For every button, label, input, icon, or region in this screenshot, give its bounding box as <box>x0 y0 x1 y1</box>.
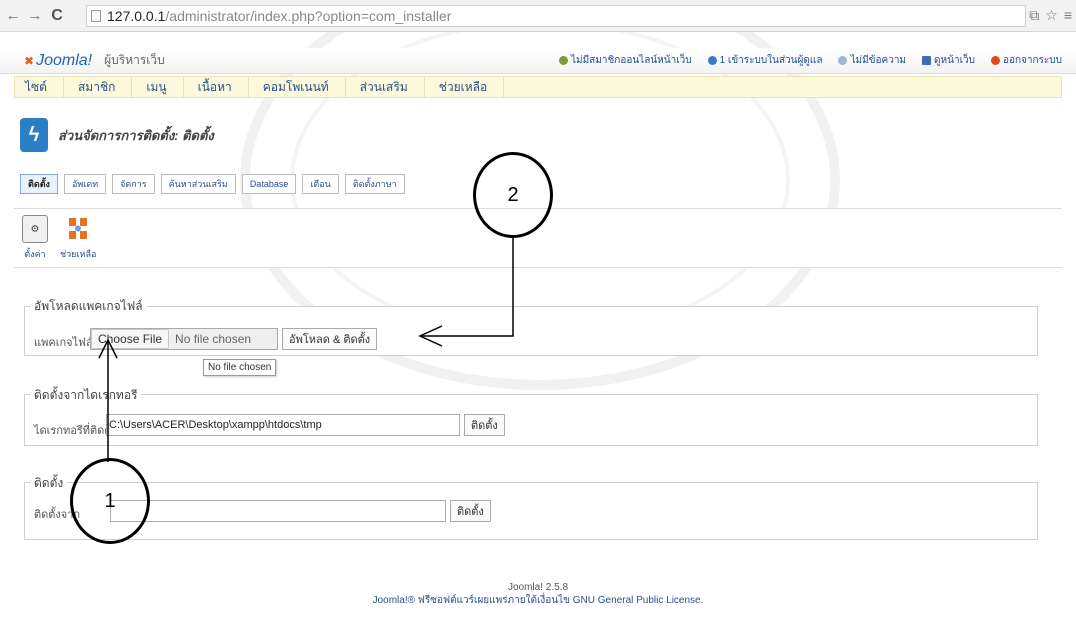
install-directory-label: ไดเรกทอรีที่ติดตั้ง <box>34 425 117 437</box>
users-icon <box>558 56 568 65</box>
status-links: ไม่มีสมาชิกออนไลน์หน้าเว็บ 1 เข้าระบบในส… <box>558 53 1062 68</box>
callout-one: 1 <box>70 458 150 544</box>
options-label: ตั้งค่า <box>24 249 46 259</box>
joomla-logo-text: Joomla! <box>36 51 93 69</box>
logout-icon <box>990 56 1000 65</box>
joomla-logo[interactable]: ✖ Joomla! <box>24 52 92 70</box>
tab-install[interactable]: ติดตั้ง <box>20 174 58 194</box>
joomla-status-bar: ✖ Joomla! ผู้บริหารเว็บ ไม่มีสมาชิกออนไล… <box>0 48 1076 74</box>
view-site-link[interactable]: ดูหน้าเว็บ <box>922 53 975 68</box>
install-directory-button[interactable]: ติดตั้ง <box>464 414 505 436</box>
help-lifebuoy-icon <box>65 215 91 243</box>
menu-item-content[interactable]: เนื้อหา <box>184 77 249 97</box>
page-title: ส่วนจัดการการติดตั้ง: ติดตั้ง <box>58 127 214 143</box>
back-arrow-icon[interactable]: ← <box>4 7 22 25</box>
logout-link[interactable]: ออกจากระบบ <box>990 53 1062 68</box>
install-url-input[interactable] <box>110 500 446 522</box>
tab-database[interactable]: Database <box>241 174 297 194</box>
upload-install-button[interactable]: อัพโหลด & ติดตั้ง <box>282 328 378 350</box>
submenu-tabs: ติดตั้ง อัพเดท จัดการ ค้นหาส่วนเสริม Dat… <box>20 174 405 194</box>
tab-warnings[interactable]: เตือน <box>302 174 339 194</box>
menu-item-help[interactable]: ช่วยเหลือ <box>425 77 505 97</box>
online-users-label: ไม่มีสมาชิกออนไลน์หน้าเว็บ <box>570 55 692 66</box>
page-header: ϟ ส่วนจัดการการติดตั้ง: ติดตั้ง <box>20 118 214 152</box>
admin-users-status[interactable]: 1 เข้าระบบในส่วนผู้ดูแล <box>707 53 823 68</box>
menu-icon[interactable]: ≡ <box>1064 7 1072 24</box>
callout-two: 2 <box>473 152 553 238</box>
admin-icon <box>707 56 717 65</box>
package-file-input[interactable]: Choose File No file chosen <box>90 328 278 350</box>
help-button[interactable]: ช่วยเหลือ <box>60 215 96 261</box>
choose-file-button[interactable]: Choose File <box>91 329 170 349</box>
forward-arrow-icon[interactable]: → <box>26 7 44 25</box>
page-footer: Joomla! 2.5.8 Joomla!® ฟรีซอฟต์แวร์เผยแพ… <box>0 582 1076 608</box>
monitor-icon <box>922 56 932 65</box>
options-icon: ⚙ <box>22 215 48 243</box>
menu-item-users[interactable]: สมาชิก <box>64 77 133 97</box>
url-host: 127.0.0.1 <box>107 8 166 24</box>
install-url-button[interactable]: ติดตั้ง <box>450 500 491 522</box>
admin-users-label: 1 เข้าระบบในส่วนผู้ดูแล <box>719 55 823 66</box>
messages-status[interactable]: ไม่มีข้อความ <box>838 53 906 68</box>
file-state-text: No file chosen <box>175 332 252 346</box>
menu-item-site[interactable]: ไซต์ <box>15 77 64 97</box>
star-icon[interactable]: ☆ <box>1045 7 1058 24</box>
site-name: ผู้บริหารเว็บ <box>104 53 165 67</box>
install-directory-input[interactable]: C:\Users\ACER\Desktop\xampp\htdocs\tmp <box>106 414 460 436</box>
upload-panel-legend: อัพโหลดแพคเกจไฟล์ <box>30 297 147 316</box>
page-icon <box>91 10 101 22</box>
url-path: /administrator/index.php?option=com_inst… <box>165 8 452 24</box>
menu-item-extensions[interactable]: ส่วนเสริม <box>346 77 425 97</box>
installer-icon: ϟ <box>20 118 48 152</box>
main-menu: ไซต์ สมาชิก เมนู เนื้อหา คอมโพเนนท์ ส่วน… <box>14 76 1062 98</box>
tab-update[interactable]: อัพเดท <box>63 174 107 194</box>
url-panel-legend: ติดตั้ง <box>30 474 68 493</box>
messages-label: ไม่มีข้อความ <box>850 55 907 66</box>
joomla-logo-icon: ✖ <box>24 53 35 68</box>
logout-label: ออกจากระบบ <box>1002 55 1062 66</box>
tab-discover[interactable]: ค้นหาส่วนเสริม <box>160 174 236 194</box>
file-tooltip: No file chosen <box>203 359 277 376</box>
address-bar[interactable]: 127.0.0.1 /administrator/index.php?optio… <box>86 5 1026 27</box>
menu-item-components[interactable]: คอมโพเนนท์ <box>249 77 346 97</box>
package-file-label: แพคเกจไฟล์ <box>34 337 93 349</box>
directory-panel-legend: ติดตั้งจากไดเรกทอรี <box>30 386 142 405</box>
view-site-label: ดูหน้าเว็บ <box>934 55 975 66</box>
browser-actions: ⧉ ☆ ≡ <box>1029 7 1072 24</box>
help-label: ช่วยเหลือ <box>60 249 97 259</box>
tab-manage[interactable]: จัดการ <box>112 174 155 194</box>
options-button[interactable]: ⚙ ตั้งค่า <box>22 215 48 261</box>
footer-license[interactable]: Joomla!® ฟรีซอฟต์แวร์เผยแพร่ภายใต้เงื่อน… <box>0 593 1076 608</box>
browser-toolbar: ← → C 127.0.0.1 /administrator/index.php… <box>0 0 1076 32</box>
translate-icon[interactable]: ⧉ <box>1029 7 1039 24</box>
tab-install-languages[interactable]: ติดตั้งภาษา <box>344 174 405 194</box>
mail-icon <box>838 56 848 65</box>
online-users-status[interactable]: ไม่มีสมาชิกออนไลน์หน้าเว็บ <box>558 53 692 68</box>
footer-version: Joomla! 2.5.8 <box>507 582 569 593</box>
menu-item-menus[interactable]: เมนู <box>132 77 184 97</box>
reload-icon[interactable]: C <box>48 7 66 25</box>
